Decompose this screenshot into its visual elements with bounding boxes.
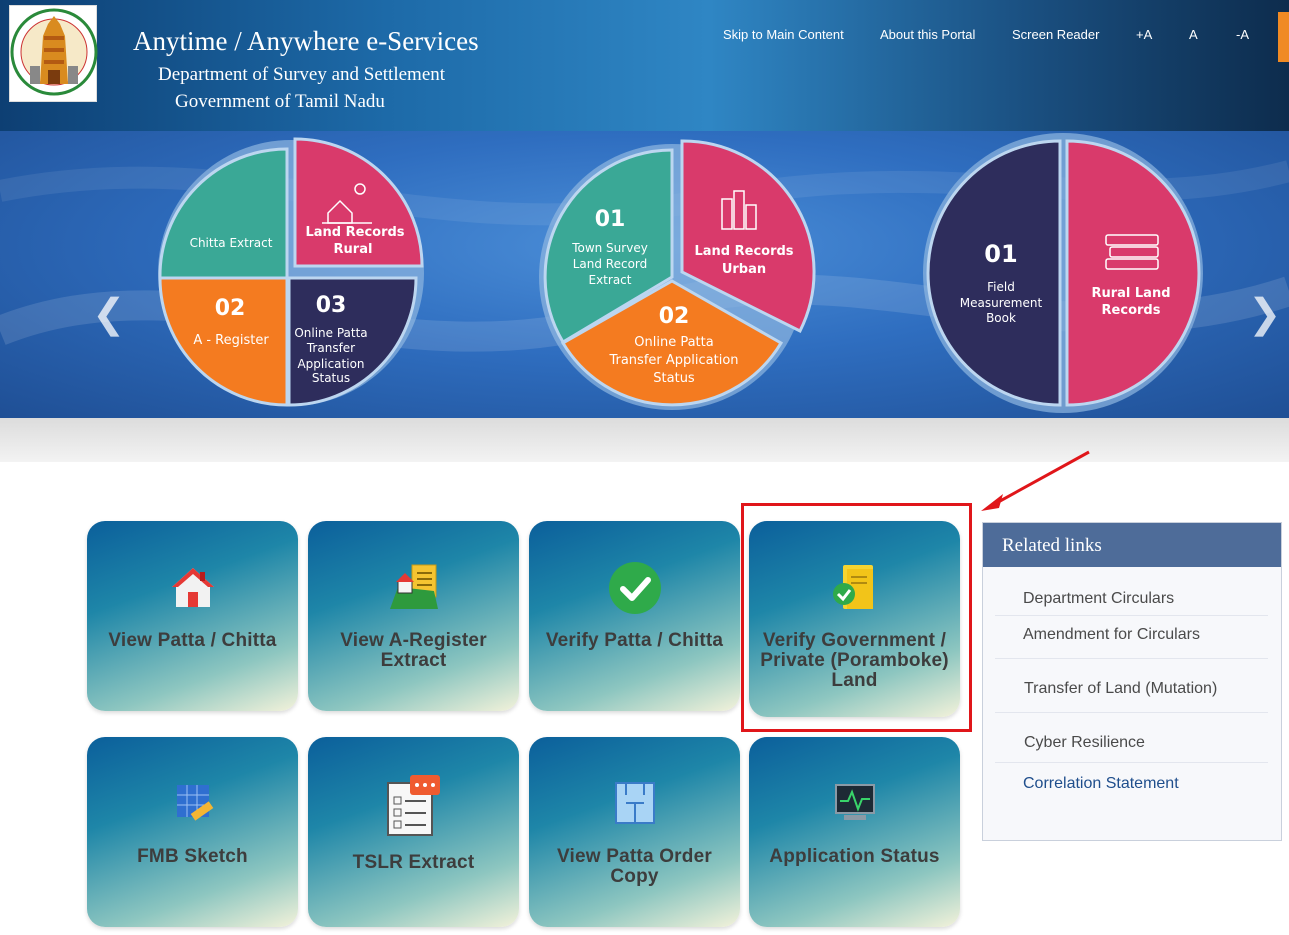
page-header: Anytime / Anywhere e-Services Department… — [0, 0, 1289, 131]
pie-chart-3: 01 Field Measurement Book Rural Land Rec… — [923, 133, 1203, 413]
view-patta-chitta-label: View Patta / Chitta — [108, 630, 277, 651]
view-patta-order-tile[interactable]: View Patta Order Copy — [529, 737, 740, 927]
town-survey-number: 01 — [595, 207, 626, 232]
banner-divider — [0, 418, 1289, 462]
transfer-label-4: Status — [312, 371, 350, 385]
font-decrease-button[interactable]: -A — [1236, 27, 1249, 42]
order-copy-icon — [614, 781, 656, 830]
tslr-extract-label: TSLR Extract — [352, 852, 475, 873]
cyber-resilience-link[interactable]: Cyber Resilience — [995, 734, 1268, 763]
online-patta-label-3: Status — [653, 371, 695, 386]
transfer-label-1: Online Patta — [294, 326, 367, 340]
related-links-title: Related links — [983, 523, 1281, 567]
field-measurement-number: 01 — [984, 240, 1017, 268]
view-patta-chitta-tile[interactable]: View Patta / Chitta — [87, 521, 298, 711]
font-increase-button[interactable]: +A — [1136, 27, 1152, 42]
town-survey-label-3: Extract — [589, 273, 632, 287]
view-a-register-tile[interactable]: View A-Register Extract — [308, 521, 519, 711]
related-links-panel: Related links Department Circulars Amend… — [982, 522, 1282, 841]
a-register-label: A - Register — [193, 333, 269, 348]
online-patta-label-2: Transfer Application — [608, 353, 738, 368]
correlation-statement-link[interactable]: Correlation Statement — [995, 775, 1268, 793]
checklist-icon — [386, 775, 442, 842]
department-circulars-link[interactable]: Department Circulars — [995, 590, 1268, 616]
fmb-sketch-label: FMB Sketch — [137, 846, 248, 867]
rural-land-records-label-1: Rural Land — [1091, 286, 1170, 301]
land-records-rural-label-1: Land Records — [305, 225, 404, 240]
land-records-rural-label-2: Rural — [334, 242, 373, 257]
fmb-sketch-tile[interactable]: FMB Sketch — [87, 737, 298, 927]
transfer-label-3: Application — [297, 357, 364, 371]
house-icon — [170, 565, 216, 614]
language-tab[interactable] — [1278, 12, 1289, 62]
tamil-nadu-emblem-logo[interactable] — [9, 5, 98, 102]
land-document-icon — [388, 561, 440, 618]
annotation-arrow-icon — [981, 450, 1090, 511]
monitor-pulse-icon — [834, 783, 876, 828]
government-name: Government of Tamil Nadu — [175, 91, 385, 112]
verify-patta-chitta-label: Verify Patta / Chitta — [545, 630, 724, 651]
rural-land-records-label-2: Records — [1102, 303, 1161, 318]
check-circle-icon — [608, 561, 662, 620]
chevron-left-icon[interactable]: ❮ — [92, 291, 126, 337]
font-reset-button[interactable]: A — [1189, 27, 1198, 42]
pie-chart-1: Chitta Extract Land Records Rural 02 A -… — [158, 137, 424, 407]
online-patta-label-1: Online Patta — [634, 335, 713, 350]
carousel-slide: Chitta Extract Land Records Rural 02 A -… — [0, 133, 1289, 413]
field-measurement-label-3: Book — [986, 311, 1016, 325]
screen-reader-link[interactable]: Screen Reader — [1012, 27, 1099, 42]
portal-title: Anytime / Anywhere e-Services — [133, 26, 479, 56]
chitta-extract-label: Chitta Extract — [190, 236, 273, 250]
pie-chart-2: 01 Town Survey Land Record Extract Land … — [539, 139, 816, 410]
land-records-urban-label-2: Urban — [722, 262, 766, 277]
online-patta-number: 02 — [659, 304, 690, 329]
town-survey-label-1: Town Survey — [571, 241, 648, 255]
town-survey-label-2: Land Record — [573, 257, 648, 271]
chevron-right-icon[interactable]: ❯ — [1248, 291, 1282, 337]
tslr-extract-tile[interactable]: TSLR Extract — [308, 737, 519, 927]
application-status-label: Application Status — [769, 846, 940, 867]
transfer-label-2: Transfer — [306, 341, 355, 355]
transfer-number: 03 — [316, 293, 347, 318]
transfer-of-land-link[interactable]: Transfer of Land (Mutation) — [995, 680, 1268, 713]
view-patta-order-label: View Patta Order Copy — [557, 846, 712, 887]
skip-to-main-link[interactable]: Skip to Main Content — [723, 27, 844, 42]
a-register-number: 02 — [215, 296, 246, 321]
verify-patta-chitta-tile[interactable]: Verify Patta / Chitta — [529, 521, 740, 711]
highlight-annotation-box — [741, 503, 972, 732]
field-measurement-label-1: Field — [987, 280, 1015, 294]
services-carousel: Chitta Extract Land Records Rural 02 A -… — [0, 131, 1289, 418]
land-records-urban-label-1: Land Records — [694, 244, 793, 259]
field-measurement-label-2: Measurement — [960, 296, 1043, 310]
application-status-tile[interactable]: Application Status — [749, 737, 960, 927]
about-portal-link[interactable]: About this Portal — [880, 27, 975, 42]
sketch-ruler-icon — [171, 781, 215, 830]
department-name: Department of Survey and Settlement — [158, 64, 446, 85]
amendment-circulars-link[interactable]: Amendment for Circulars — [995, 626, 1268, 659]
view-a-register-label: View A-Register Extract — [340, 630, 487, 671]
